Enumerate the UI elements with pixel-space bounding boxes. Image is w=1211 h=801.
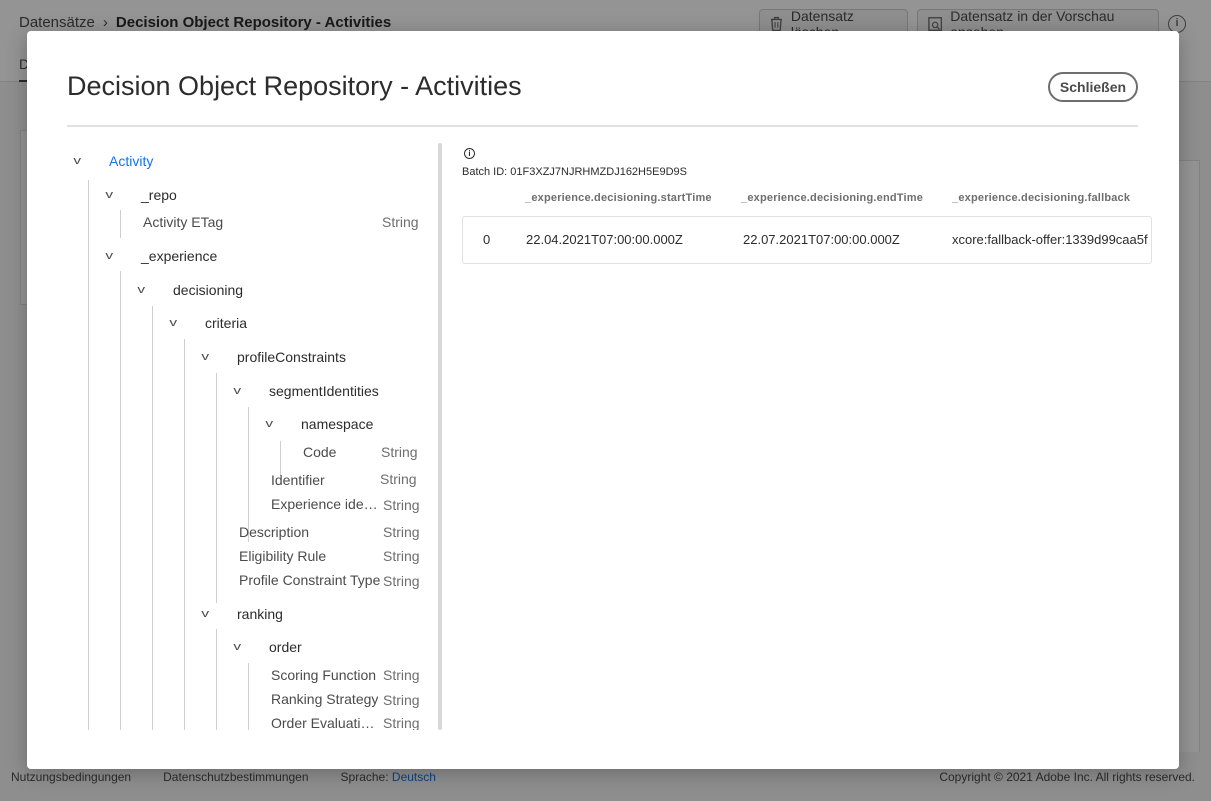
tree-guide-line: [216, 373, 217, 603]
field-type: String: [381, 444, 418, 460]
tree-leaf-label: Scoring Function: [271, 667, 377, 683]
field-type: String: [383, 667, 420, 683]
chevron-down-icon[interactable]: v: [169, 317, 194, 329]
tree-leaf-order-evaluation[interactable]: Order Evaluation …: [271, 715, 379, 730]
field-type: String: [383, 497, 420, 513]
tree-leaf-experience-identifier[interactable]: Experience identi…: [271, 496, 379, 512]
tree-node-segment-identities[interactable]: v segmentIdentities: [233, 383, 379, 399]
column-header-end-time: _experience.decisioning.endTime: [741, 192, 924, 204]
tree-node-ranking[interactable]: v ranking: [201, 606, 283, 622]
chevron-down-icon[interactable]: v: [201, 351, 226, 363]
tree-leaf-activity-etag[interactable]: Activity ETag: [143, 214, 223, 230]
column-header-fallback: _experience.decisioning.fallback: [952, 192, 1131, 204]
tree-leaf-eligibility-rule[interactable]: Eligibility Rule: [239, 548, 326, 564]
chevron-down-icon[interactable]: v: [233, 641, 258, 653]
tree-node-decisioning[interactable]: v decisioning: [137, 282, 244, 298]
close-button[interactable]: Schließen: [1048, 72, 1138, 102]
field-type: String: [383, 715, 420, 730]
tree-leaf-label: Profile Constraint Type: [239, 572, 381, 588]
chevron-down-icon[interactable]: v: [73, 155, 98, 167]
chevron-down-icon[interactable]: v: [105, 250, 130, 262]
tree-leaf-code[interactable]: Code: [303, 444, 336, 460]
tree-leaf-profile-constraint-type[interactable]: Profile Constraint Type: [239, 572, 380, 588]
tree-node-label: criteria: [205, 315, 248, 331]
tree-guide-line: [88, 180, 89, 730]
batch-id: Batch ID: 01F3XZJ7NJRHMZDJ162H5E9D9S: [462, 166, 687, 178]
tree-leaf-label: Experience identi…: [271, 496, 379, 512]
tree-guide-line: [152, 306, 153, 730]
tree-leaf-ranking-strategy[interactable]: Ranking Strategy: [271, 691, 378, 707]
tree-node-experience[interactable]: v _experience: [105, 248, 218, 264]
divider: [67, 125, 1138, 127]
tree-guide-line: [248, 663, 249, 730]
tree-node-label: decisioning: [173, 282, 244, 298]
tree-leaf-label: Code: [303, 444, 337, 460]
chevron-down-icon[interactable]: v: [233, 385, 258, 397]
cell-fallback: xcore:fallback-offer:1339d99caa5f: [952, 232, 1148, 247]
tree-guide-line: [248, 407, 249, 542]
chevron-down-icon[interactable]: v: [137, 284, 162, 296]
tree-guide-line: [184, 339, 185, 730]
tree-leaf-scoring-function[interactable]: Scoring Function: [271, 667, 376, 683]
tree-leaf-identifier[interactable]: Identifier: [271, 472, 325, 488]
field-type: String: [380, 471, 417, 487]
tree-node-label: namespace: [301, 416, 374, 432]
tree-guide-line: [216, 629, 217, 730]
chevron-down-icon[interactable]: v: [105, 189, 130, 201]
chevron-down-icon[interactable]: v: [265, 418, 290, 430]
modal-title: Decision Object Repository - Activities: [67, 71, 522, 101]
tree-node-label: _experience: [141, 248, 218, 264]
tree-leaf-label: Activity ETag: [143, 214, 224, 230]
chevron-down-icon[interactable]: v: [201, 608, 226, 620]
tree-node-label: profileConstraints: [237, 349, 346, 365]
row-index: 0: [483, 232, 491, 247]
tree-leaf-label: Order Evaluation …: [271, 715, 379, 730]
tree-node-criteria[interactable]: v criteria: [169, 315, 248, 331]
tree-guide-line: [120, 271, 121, 730]
table-row[interactable]: 0 22.04.2021T07:00:00.000Z 22.07.2021T07…: [462, 216, 1152, 264]
schema-tree: v Activity v _repo Activity ETag String …: [67, 143, 439, 730]
tree-leaf-label: Ranking Strategy: [271, 691, 379, 707]
tree-node-label: _repo: [141, 187, 177, 203]
tree-leaf-label: Identifier: [271, 472, 325, 488]
tree-node-order[interactable]: v order: [233, 639, 302, 655]
tree-node-repo[interactable]: v _repo: [105, 187, 177, 203]
preview-modal: Decision Object Repository - Activities …: [27, 31, 1179, 769]
tree-guide-line: [120, 210, 121, 238]
field-type: String: [383, 524, 420, 540]
tree-node-label: Activity: [109, 153, 154, 169]
field-type: String: [383, 573, 420, 589]
tree-node-namespace[interactable]: v namespace: [265, 416, 374, 432]
tree-scrollbar[interactable]: [438, 143, 442, 730]
tree-leaf-description[interactable]: Description: [239, 524, 309, 540]
field-type: String: [383, 692, 420, 708]
tree-leaf-label: Eligibility Rule: [239, 548, 327, 564]
cell-start-time: 22.04.2021T07:00:00.000Z: [526, 232, 683, 247]
tree-node-label: segmentIdentities: [269, 383, 379, 399]
tree-node-label: ranking: [237, 606, 283, 622]
tree-node-activity[interactable]: v Activity: [73, 153, 154, 169]
field-type: String: [383, 548, 420, 564]
tree-node-label: order: [269, 639, 302, 655]
cell-end-time: 22.07.2021T07:00:00.000Z: [743, 232, 900, 247]
info-icon[interactable]: i: [464, 148, 475, 159]
tree-guide-line: [280, 441, 281, 476]
field-type: String: [382, 214, 419, 230]
tree-leaf-label: Description: [239, 524, 310, 540]
column-header-start-time: _experience.decisioning.startTime: [525, 192, 712, 204]
tree-node-profile-constraints[interactable]: v profileConstraints: [201, 349, 346, 365]
